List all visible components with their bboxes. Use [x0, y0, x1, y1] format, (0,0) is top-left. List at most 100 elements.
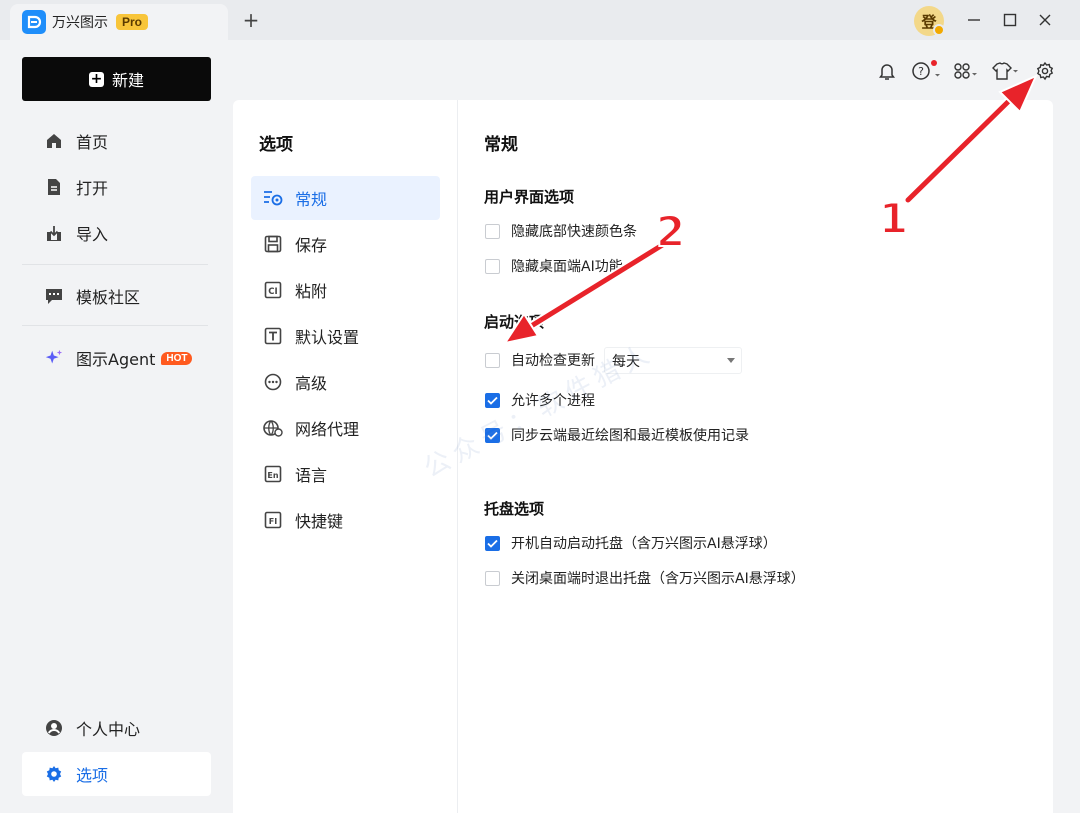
shortcut-icon: FI: [263, 510, 283, 530]
options-item-language[interactable]: En 语言: [251, 452, 440, 496]
checkbox[interactable]: [485, 535, 500, 551]
new-button[interactable]: + 新建: [22, 57, 211, 101]
sidebar-item-open[interactable]: 打开: [22, 165, 211, 209]
shirt-icon: [992, 62, 1018, 80]
options-item-label: 网络代理: [295, 420, 360, 439]
sidebar-item-import[interactable]: 导入: [22, 211, 211, 255]
checkbox[interactable]: [485, 352, 500, 368]
plus-icon: +: [88, 70, 104, 87]
file-icon: [44, 177, 64, 197]
option-label: 同步云端最近绘图和最近模板使用记录: [511, 428, 749, 444]
more-icon: [263, 372, 283, 392]
options-item-label: 快捷键: [295, 512, 344, 531]
home-icon: [44, 131, 64, 151]
import-icon: [44, 223, 64, 243]
tray-exit-option[interactable]: 关闭桌面端时退出托盘（含万兴图示AI悬浮球）: [485, 569, 805, 587]
help-button[interactable]: ?: [912, 60, 942, 82]
new-button-label: 新建: [111, 71, 144, 90]
sidebar-item-label: 模板社区: [76, 288, 141, 307]
options-item-defaults[interactable]: 默认设置: [251, 314, 440, 358]
vip-dot-icon: [933, 24, 945, 36]
options-item-label: 粘附: [295, 282, 328, 301]
bell-icon: [879, 64, 895, 80]
title-bar: 万兴图示 Pro + 登: [0, 0, 1080, 40]
options-item-shortcuts[interactable]: FI 快捷键: [251, 498, 440, 542]
app-logo-icon: [22, 10, 46, 34]
minimize-button[interactable]: [962, 8, 986, 32]
checkbox[interactable]: [485, 570, 500, 586]
pro-badge: Pro: [116, 14, 149, 30]
checkbox[interactable]: [485, 258, 500, 274]
options-item-snap[interactable]: CI 粘附: [251, 268, 440, 312]
sidebar-item-profile[interactable]: 个人中心: [22, 706, 211, 750]
sparkle-icon: [44, 348, 64, 368]
sidebar-divider: [22, 325, 208, 326]
chevron-down-icon: [727, 358, 735, 363]
checkbox[interactable]: [485, 223, 500, 239]
settings-button[interactable]: [1035, 60, 1055, 82]
text-default-icon: [263, 326, 283, 346]
sidebar-item-community[interactable]: 模板社区: [22, 274, 211, 318]
tray-autostart-option[interactable]: 开机自动启动托盘（含万兴图示AI悬浮球）: [485, 534, 777, 552]
help-icon: ?: [912, 60, 940, 80]
ui-section-title: 用户界面选项: [484, 188, 575, 206]
options-item-advanced[interactable]: 高级: [251, 360, 440, 404]
notification-button[interactable]: [878, 60, 896, 82]
options-item-save[interactable]: 保存: [251, 222, 440, 266]
svg-text:FI: FI: [269, 517, 277, 526]
check-icon: [487, 396, 498, 405]
apps-icon: [954, 63, 977, 79]
sidebar-item-label: 导入: [76, 225, 109, 244]
svg-text:?: ?: [918, 65, 924, 78]
snap-icon: CI: [263, 280, 283, 300]
sidebar-item-options[interactable]: 选项: [22, 752, 211, 796]
globe-icon: [263, 418, 283, 438]
svg-text:CI: CI: [268, 287, 277, 297]
maximize-icon: [1003, 13, 1017, 27]
app-name: 万兴图示: [52, 15, 108, 31]
option-label: 开机自动启动托盘（含万兴图示AI悬浮球）: [511, 536, 777, 552]
sidebar-item-agent[interactable]: 图示Agent HOT: [22, 336, 211, 380]
options-item-proxy[interactable]: 网络代理: [251, 406, 440, 450]
avatar[interactable]: 登: [914, 6, 945, 36]
options-item-label: 语言: [295, 466, 328, 485]
option-label: 隐藏底部快速颜色条: [511, 224, 637, 240]
hide-color-bar-option[interactable]: 隐藏底部快速颜色条: [485, 222, 637, 240]
sidebar-divider: [22, 264, 208, 265]
save-icon: [263, 234, 283, 254]
sidebar-item-label: 图示Agent: [76, 350, 156, 369]
options-item-label: 高级: [295, 374, 328, 393]
sidebar-item-label: 个人中心: [76, 720, 141, 739]
options-item-label: 默认设置: [295, 328, 360, 347]
svg-text:En: En: [267, 471, 278, 480]
options-heading: 选项: [259, 135, 293, 155]
community-icon: [44, 286, 64, 306]
close-button[interactable]: [1033, 8, 1057, 32]
theme-button[interactable]: [991, 60, 1021, 82]
option-label: 关闭桌面端时退出托盘（含万兴图示AI悬浮球）: [511, 571, 805, 587]
options-item-general[interactable]: 常规: [251, 176, 440, 220]
startup-section-title: 启动选项: [484, 313, 545, 331]
hide-ai-option[interactable]: 隐藏桌面端AI功能: [485, 257, 623, 275]
new-tab-button[interactable]: +: [240, 8, 262, 32]
app-tab[interactable]: 万兴图示 Pro: [10, 4, 228, 40]
option-label: 隐藏桌面端AI功能: [511, 259, 623, 275]
settings-gear-icon: [1036, 61, 1054, 81]
sidebar-item-label: 选项: [76, 766, 109, 785]
options-item-label: 保存: [295, 236, 328, 255]
sidebar-item-label: 打开: [76, 179, 109, 198]
apps-button[interactable]: [953, 60, 979, 82]
general-settings-icon: [263, 188, 283, 208]
language-icon: En: [263, 464, 283, 484]
tray-section-title: 托盘选项: [484, 500, 545, 518]
general-heading: 常规: [484, 135, 518, 155]
minimize-icon: [968, 19, 980, 21]
close-icon: [1039, 14, 1051, 26]
sidebar-item-home[interactable]: 首页: [22, 119, 211, 163]
checkbox[interactable]: [485, 392, 500, 408]
user-icon: [44, 718, 64, 738]
maximize-button[interactable]: [998, 8, 1022, 32]
check-icon: [487, 539, 498, 548]
gear-icon: [44, 764, 64, 784]
options-item-label: 常规: [295, 190, 328, 209]
